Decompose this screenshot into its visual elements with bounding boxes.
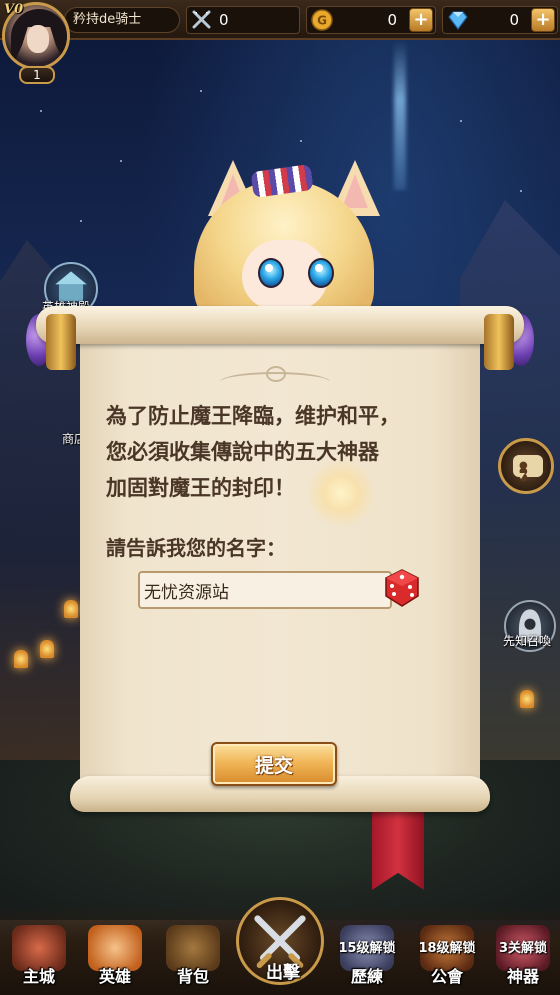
bottom-nav: 主城 英雄 背包 出擊 15级解锁 歷練 18级解锁 公會 3关解锁 神器 [0, 897, 560, 995]
story-line: 您必須收集傳說中的五大神器 [106, 440, 379, 464]
star [460, 120, 462, 122]
player-avatar-block[interactable]: V0 1 [2, 2, 72, 84]
crossed-swords-icon [192, 10, 211, 29]
chat-button[interactable]: ● ● ● [498, 438, 554, 494]
unlock-requirement: 15级解锁 [338, 941, 396, 956]
nav-label: 主城 [22, 967, 55, 986]
sparkle-glow [306, 458, 376, 528]
gold-value: 0 [387, 11, 397, 29]
diamond-icon [448, 11, 468, 30]
player-name-input[interactable] [138, 571, 392, 609]
nav-heroes[interactable]: 英雄 [80, 925, 150, 991]
add-diamond-button[interactable]: + [531, 8, 555, 32]
random-name-dice-icon[interactable] [380, 568, 422, 608]
nav-label: 背包 [176, 967, 209, 986]
story-line: 加固對魔王的封印！ [106, 476, 295, 500]
star [300, 140, 302, 142]
diamond-display: 0 + [442, 6, 558, 34]
nav-guild[interactable]: 18级解锁 公會 [412, 925, 482, 991]
star [520, 190, 522, 192]
nav-label: 英雄 [98, 967, 131, 986]
diamond-value: 0 [509, 11, 519, 29]
lit-window [64, 600, 78, 618]
svg-text:G: G [317, 14, 327, 28]
star [40, 110, 42, 112]
nav-label: 歷練 [350, 967, 383, 986]
story-line: 為了防止魔王降臨，维护和平， [106, 404, 400, 428]
light-beam [394, 40, 406, 190]
power-display: 0 [186, 6, 300, 34]
lit-window [520, 690, 534, 708]
lit-window [40, 640, 54, 658]
top-bar: 矜持de骑士 0 G 0 + 0 + [0, 0, 560, 40]
cat-girl-guide [184, 160, 384, 334]
nav-backpack[interactable]: 背包 [158, 925, 228, 991]
rod-cap-left [46, 314, 76, 370]
girl-eye-right [308, 258, 334, 288]
story-text: 為了防止魔王降臨，维护和平， 您必須收集傳說中的五大神器 加固對魔王的封印！ [106, 398, 476, 506]
rod-cap-right [484, 314, 514, 370]
submit-button[interactable]: 提交 [211, 742, 337, 786]
nav-artifacts[interactable]: 3关解锁 神器 [488, 925, 558, 991]
star [80, 220, 82, 222]
chat-icon: ● ● ● [513, 455, 543, 483]
star [200, 90, 202, 92]
star [120, 160, 122, 162]
nav-main-city[interactable]: 主城 [4, 925, 74, 991]
unlock-requirement: 18级解锁 [418, 941, 476, 956]
avatar-face [27, 25, 49, 53]
player-name[interactable]: 矜持de骑士 [64, 7, 180, 33]
nav-label: 公會 [430, 967, 463, 986]
unlock-requirement: 3关解锁 [498, 941, 548, 956]
lit-window [14, 650, 28, 668]
nav-label: 神器 [506, 967, 539, 986]
nav-label: 出擊 [266, 963, 300, 983]
vip-level: V0 [4, 2, 24, 17]
player-level-badge: 1 [19, 66, 55, 84]
add-gold-button[interactable]: + [409, 8, 433, 32]
gold-display: G 0 + [306, 6, 436, 34]
nav-training[interactable]: 15级解锁 歷練 [332, 925, 402, 991]
power-value: 0 [219, 11, 229, 29]
nav-battle[interactable]: 出擊 [236, 897, 324, 985]
scroll-top-rod [36, 306, 524, 344]
prophet-summon-label: 先知召喚 [503, 634, 552, 648]
name-prompt: 請告訴我您的名字： [106, 536, 286, 560]
scroll-ornament [220, 366, 330, 392]
girl-eye-left [258, 258, 284, 288]
gold-coin-icon: G [311, 9, 333, 31]
